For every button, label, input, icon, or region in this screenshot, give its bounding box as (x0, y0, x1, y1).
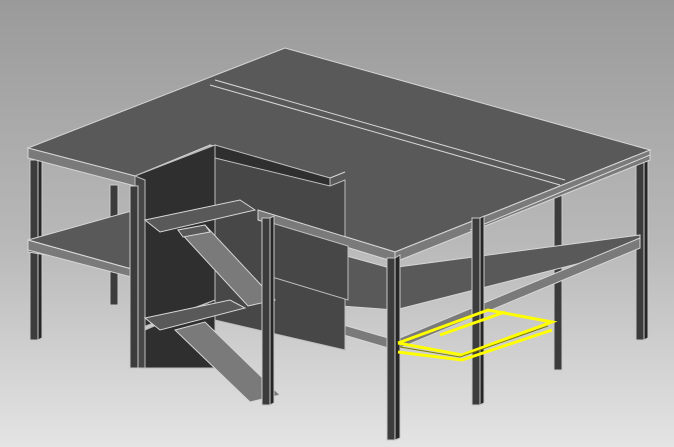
3d-viewport[interactable] (0, 0, 674, 447)
building-model[interactable] (0, 0, 674, 447)
